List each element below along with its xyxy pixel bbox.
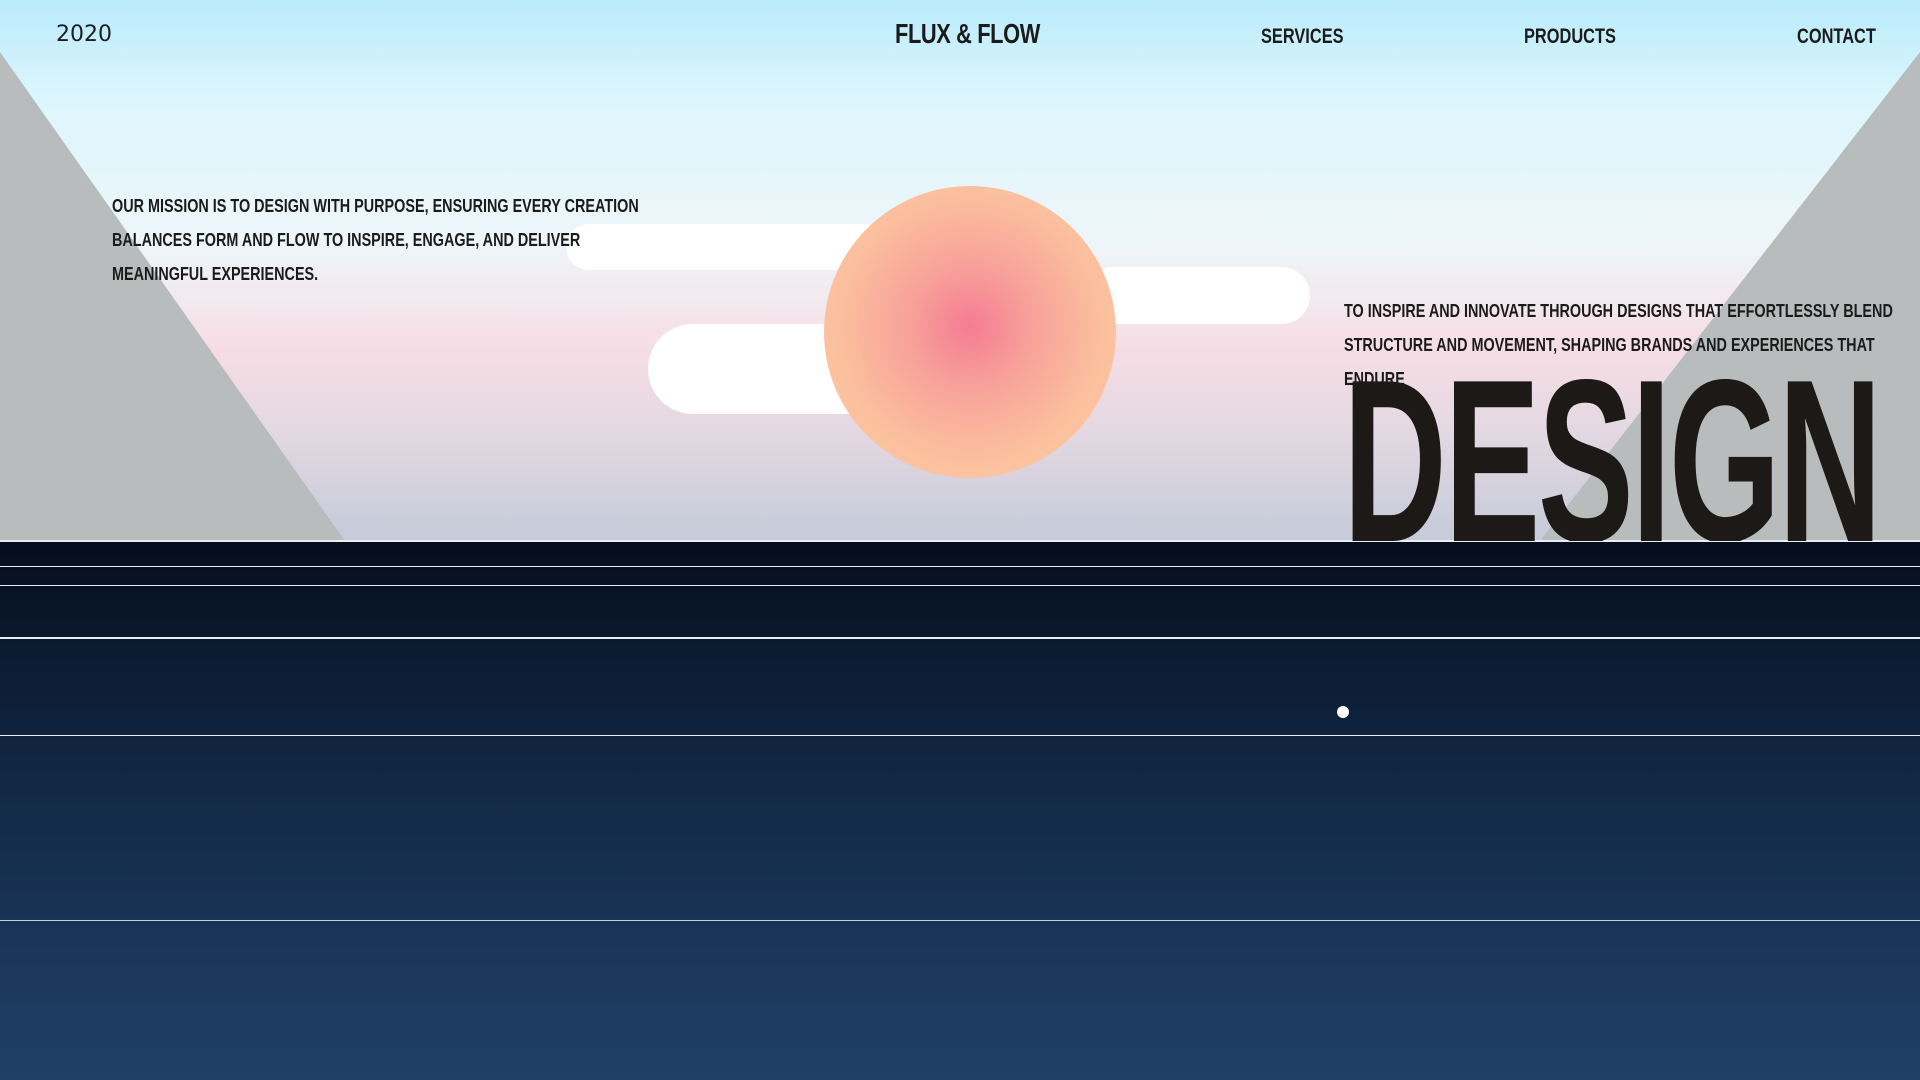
design-headline: DESIGN xyxy=(1343,332,1882,542)
sea-line xyxy=(0,637,1920,639)
sea-line xyxy=(0,735,1920,736)
white-dot xyxy=(1337,706,1349,718)
headline-clip: DESIGN xyxy=(0,0,1920,542)
sea-background xyxy=(0,541,1920,1080)
sea-line xyxy=(0,585,1920,586)
sea-line xyxy=(0,566,1920,567)
sea-line xyxy=(0,920,1920,921)
